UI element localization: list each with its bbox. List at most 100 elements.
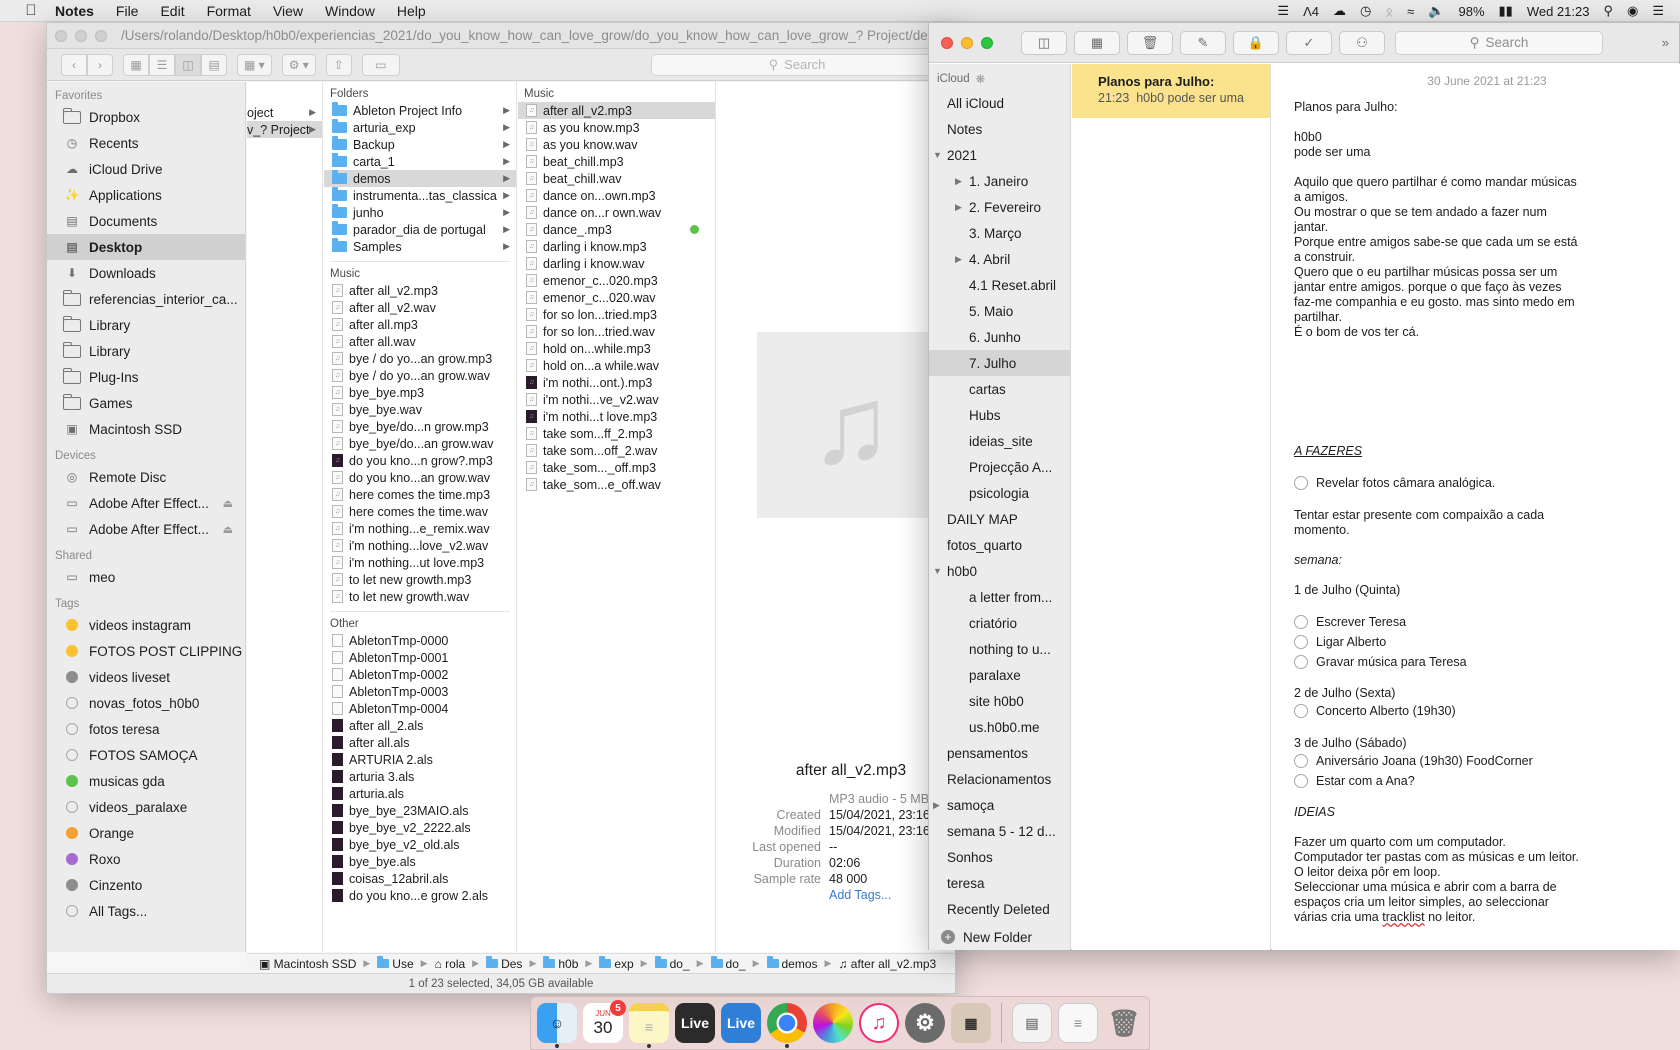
folder-item[interactable]: ▶ samoça	[929, 792, 1070, 818]
disclosure-down-icon[interactable]: ▼	[933, 566, 942, 576]
sidebar-tag[interactable]: videos liveset	[47, 664, 245, 690]
checkbox-circle-icon[interactable]	[1294, 476, 1308, 490]
file-row[interactable]: ♫ dance on...r own.wav	[518, 204, 715, 221]
file-row[interactable]: ♫ beat_chill.wav	[518, 170, 715, 187]
folder-item[interactable]: Relacionamentos	[929, 766, 1070, 792]
file-row[interactable]: ♫ bye_bye/do...n grow.mp3	[324, 418, 516, 435]
menu-window[interactable]: Window	[314, 3, 386, 19]
file-row[interactable]: ♫ do you kno...n grow?.mp3	[324, 452, 516, 469]
path-segment[interactable]: h0b	[543, 955, 578, 971]
siri-icon[interactable]: ◉	[1627, 3, 1638, 19]
disclosure-right-icon[interactable]: ▶	[933, 800, 940, 811]
note-editor[interactable]: 30 June 2021 at 21:23 Planos para Julho:…	[1272, 64, 1680, 950]
file-row[interactable]: ♫ after all_v2.wav	[324, 299, 516, 316]
eject-icon[interactable]: ⏏	[223, 523, 233, 536]
sidebar-item[interactable]: ⬇ Downloads	[47, 260, 245, 286]
file-row[interactable]: ♫ do you kno...an grow.wav	[324, 469, 516, 486]
file-row[interactable]: ♫ bye_bye/do...an grow.wav	[324, 435, 516, 452]
folder-item[interactable]: a letter from...	[929, 584, 1070, 610]
checkbox-circle-icon[interactable]	[1294, 655, 1308, 669]
close-button[interactable]	[55, 29, 67, 42]
file-row[interactable]: ♫ dance on...own.mp3	[518, 187, 715, 204]
checklist-item[interactable]: Concerto Alberto (19h30)	[1294, 704, 1456, 718]
calculator-dock-icon[interactable]: ▦	[951, 1003, 991, 1043]
folder-item[interactable]: cartas	[929, 376, 1070, 402]
share-icon[interactable]: ⇧	[325, 53, 352, 76]
new-folder-button[interactable]: + New Folder	[929, 924, 1070, 950]
file-row[interactable]: after all_2.als	[324, 717, 516, 734]
column-parent-row-selected[interactable]: v_? Project ▶	[247, 121, 322, 138]
menu-help[interactable]: Help	[386, 3, 437, 19]
wifi-icon[interactable]: ≈	[1407, 4, 1414, 19]
folder-row[interactable]: demos ▶	[324, 170, 516, 187]
folder-item[interactable]: pensamentos	[929, 740, 1070, 766]
photos-dock-icon[interactable]	[813, 1003, 853, 1043]
checklist-item[interactable]: Ligar Alberto	[1294, 635, 1386, 649]
file-row[interactable]: ♫ emenor_c...020.mp3	[518, 272, 715, 289]
file-row[interactable]: arturia.als	[324, 785, 516, 802]
downloads-stack-icon[interactable]: ▤	[1012, 1003, 1052, 1043]
sidebar-item[interactable]: ▤ Desktop	[47, 234, 245, 260]
finder-search-field[interactable]: ⚲ Search	[651, 53, 943, 76]
path-segment[interactable]: Use	[377, 955, 414, 971]
folder-item[interactable]: Recently Deleted	[929, 896, 1070, 922]
forward-icon[interactable]: ›	[87, 53, 113, 76]
battery-percent[interactable]: 98%	[1458, 4, 1484, 19]
folder-item[interactable]: fotos_quarto	[929, 532, 1070, 558]
documents-stack-icon[interactable]: ≡	[1058, 1003, 1098, 1043]
file-row[interactable]: ♫ darling i know.mp3	[518, 238, 715, 255]
sidebar-tag[interactable]: Orange	[47, 820, 245, 846]
folder-item[interactable]: us.h0b0.me	[929, 714, 1070, 740]
note-card-selected[interactable]: Planos para Julho: 21:23 h0b0 pode ser u…	[1072, 64, 1270, 118]
folder-row[interactable]: Backup ▶	[324, 136, 516, 153]
menu-file[interactable]: File	[105, 3, 150, 19]
disclosure-down-icon[interactable]: ▼	[933, 150, 942, 160]
file-row[interactable]: AbletonTmp-0000	[324, 632, 516, 649]
ableton-live-dock-icon[interactable]: Live	[675, 1003, 715, 1043]
checklist-item[interactable]: Escrever Teresa	[1294, 615, 1406, 629]
checkbox-circle-icon[interactable]	[1294, 754, 1308, 768]
lock-note-icon[interactable]: 🔒	[1233, 30, 1279, 55]
notification-center-icon[interactable]: ☰	[1652, 3, 1664, 19]
folder-item[interactable]: Notes	[929, 116, 1070, 142]
checklist-icon[interactable]: ✓	[1286, 30, 1332, 55]
file-row[interactable]: after all.als	[324, 734, 516, 751]
compose-note-icon[interactable]: ✎	[1180, 30, 1226, 55]
checklist-item[interactable]: Gravar música para Teresa	[1294, 655, 1467, 669]
sidebar-item[interactable]: Games	[47, 390, 245, 416]
file-row[interactable]: ♫ i'm nothi...t love.mp3	[518, 408, 715, 425]
folder-row[interactable]: carta_1 ▶	[324, 153, 516, 170]
file-row[interactable]: do you kno...e grow 2.als	[324, 887, 516, 904]
eject-icon[interactable]: ⏏	[223, 497, 233, 510]
path-segment[interactable]: ⌂ rola	[435, 957, 466, 971]
folder-item[interactable]: ▼ h0b0	[929, 558, 1070, 584]
zoom-button[interactable]	[95, 29, 107, 42]
volume-icon[interactable]: 🔈	[1428, 3, 1444, 19]
system-preferences-dock-icon[interactable]: ⚙	[905, 1003, 945, 1043]
file-row[interactable]: ♫ i'm nothi...ve_v2.wav	[518, 391, 715, 408]
path-segment[interactable]: demos	[766, 955, 818, 971]
notes-search-field[interactable]: ⚲ Search	[1395, 30, 1603, 55]
file-row[interactable]: ♫ beat_chill.mp3	[518, 153, 715, 170]
folder-item[interactable]: 4.1 Reset.abril	[929, 272, 1070, 298]
file-row[interactable]: bye_bye.als	[324, 853, 516, 870]
folder-item[interactable]: teresa	[929, 870, 1070, 896]
folder-row[interactable]: junho ▶	[324, 204, 516, 221]
sidebar-item[interactable]: referencias_interior_ca...	[47, 286, 245, 312]
folder-item[interactable]: ▶ 4. Abril	[929, 246, 1070, 272]
hamburger-menu-icon[interactable]: ☰	[1277, 3, 1289, 19]
folder-item[interactable]: 5. Maio	[929, 298, 1070, 324]
folder-item[interactable]: Hubs	[929, 402, 1070, 428]
menu-format[interactable]: Format	[196, 3, 262, 19]
file-row[interactable]: ♫ here comes the time.wav	[324, 503, 516, 520]
menu-edit[interactable]: Edit	[149, 3, 195, 19]
folder-item[interactable]: criatório	[929, 610, 1070, 636]
file-row[interactable]: ♫ after all_v2.mp3	[518, 102, 715, 119]
checklist-item[interactable]: Revelar fotos câmara analógica.	[1294, 476, 1495, 490]
toggle-sidebar-icon[interactable]: ◫	[1021, 30, 1067, 55]
folder-item[interactable]: ▶ 2. Fevereiro	[929, 194, 1070, 220]
checkbox-circle-icon[interactable]	[1294, 704, 1308, 718]
sidebar-item[interactable]: ▭ Adobe After Effect... ⏏	[47, 516, 245, 542]
file-row[interactable]: ♫ emenor_c...020.wav	[518, 289, 715, 306]
checkbox-circle-icon[interactable]	[1294, 635, 1308, 649]
